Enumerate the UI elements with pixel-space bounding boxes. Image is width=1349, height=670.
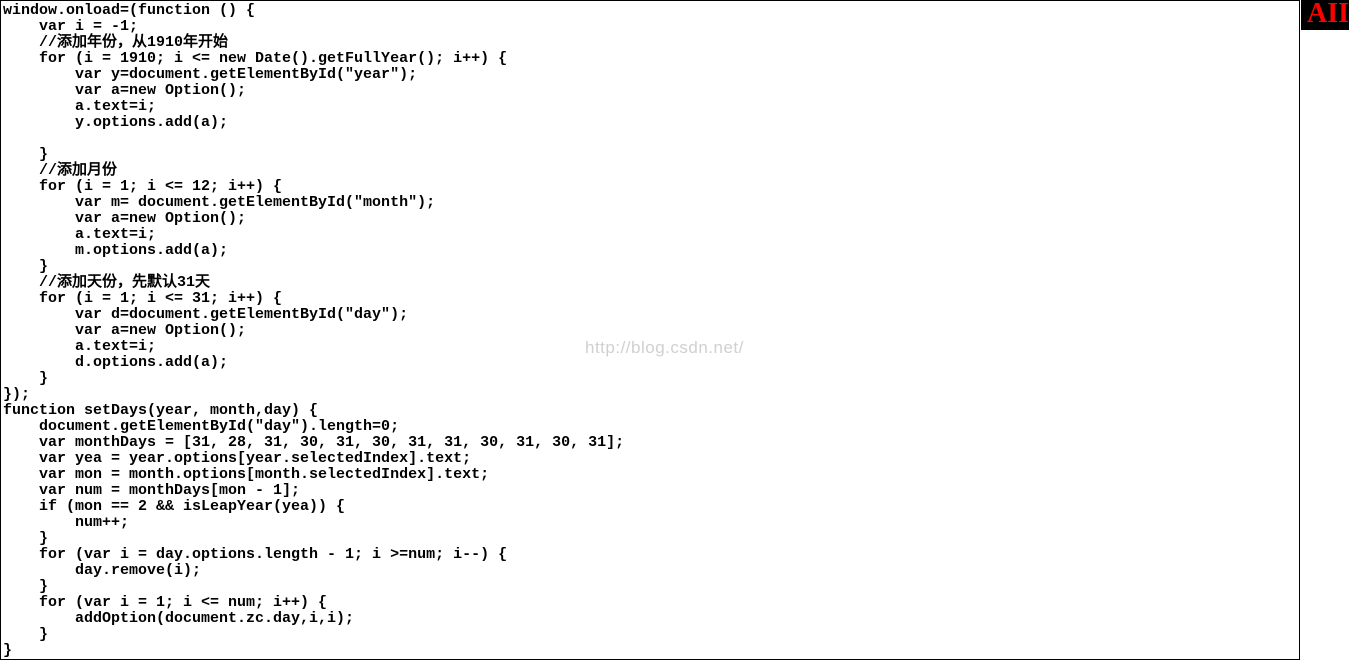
corner-badge: AII (1301, 0, 1349, 30)
code-frame: window.onload=(function () { var i = -1;… (0, 0, 1300, 660)
code-block: window.onload=(function () { var i = -1;… (1, 1, 1299, 661)
